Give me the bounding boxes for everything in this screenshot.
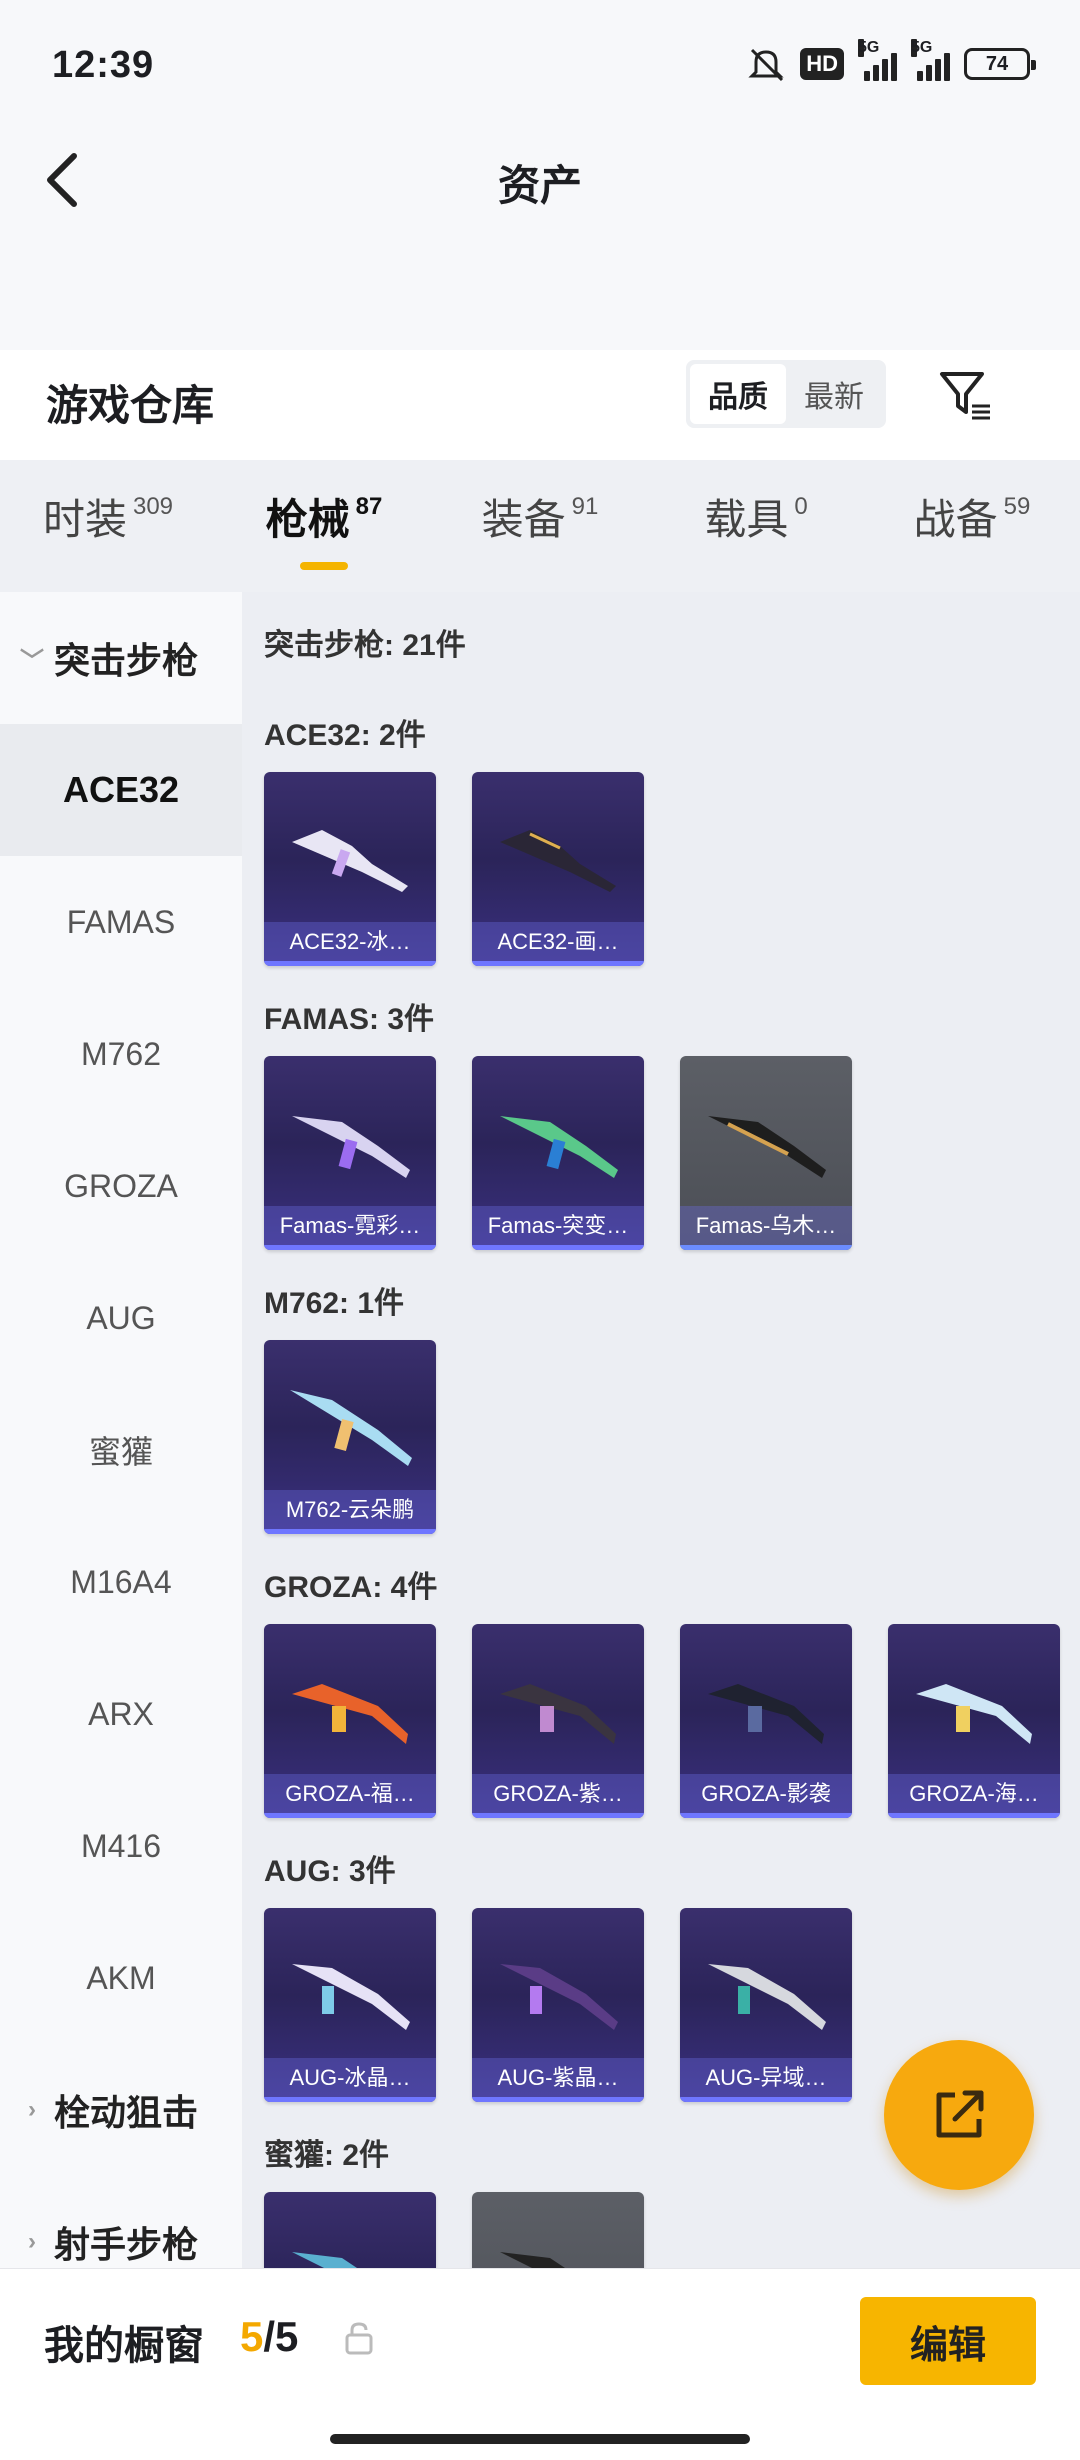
weapon-card[interactable]: GROZA-紫… [472, 1624, 644, 1818]
chevron-right-icon: › [28, 2096, 36, 2123]
rifle-icon [916, 1684, 1032, 1744]
rifle-icon [500, 830, 616, 892]
sidebar-item-m416[interactable]: M416 [0, 1780, 242, 1912]
sort-latest-button[interactable]: 最新 [786, 364, 882, 424]
sidebar-item-famas[interactable]: FAMAS [0, 856, 242, 988]
weapon-card[interactable] [472, 2192, 644, 2268]
rifle-icon [708, 1684, 824, 1744]
signal-icon: 5G [858, 39, 897, 81]
rifle-icon [290, 1390, 412, 1466]
tab-supplies[interactable]: 战备 59 [864, 460, 1080, 592]
filter-icon [940, 372, 990, 420]
share-button[interactable] [884, 2040, 1034, 2190]
tab-gear[interactable]: 装备 91 [432, 460, 648, 592]
sidebar-item-ace32[interactable]: ACE32 [0, 724, 242, 856]
mute-bell-icon [748, 48, 784, 82]
weapon-card[interactable]: Famas-突变… [472, 1056, 644, 1250]
rifle-icon [292, 1684, 408, 1744]
sidebar-group-assault-rifle[interactable]: ﹀ 突击步枪 [0, 592, 242, 724]
edit-button[interactable]: 编辑 [860, 2297, 1036, 2385]
signal-icon: 5G [911, 39, 950, 81]
section-title: FAMAS: 3件 [264, 1003, 435, 1036]
share-icon [936, 2090, 984, 2138]
active-tab-indicator [300, 562, 348, 570]
weapon-card[interactable]: GROZA-福… [264, 1624, 436, 1818]
sidebar-item-akm[interactable]: AKM [0, 1912, 242, 2044]
sidebar-item-honey-badger[interactable]: 蜜獾 [0, 1384, 242, 1516]
section-title: GROZA: 4件 [264, 1571, 438, 1604]
sort-quality-button[interactable]: 品质 [690, 364, 786, 424]
top-nav: 资产 [0, 130, 1080, 350]
tab-weapons[interactable]: 枪械 87 [216, 460, 432, 592]
weapon-card[interactable] [264, 2192, 436, 2268]
tab-vehicles[interactable]: 载具 0 [648, 460, 864, 592]
weapon-list: 突击步枪: 21件 ACE32: 2件 ACE32-冰… ACE32-画… FA… [242, 592, 1080, 2268]
section-title: 蜜獾: 2件 [264, 2139, 390, 2172]
weapon-type-sidebar: ﹀ 突击步枪 ACE32 FAMAS M762 GROZA AUG 蜜獾 M16A… [0, 592, 242, 2268]
weapon-card[interactable]: Famas-乌木… [680, 1056, 852, 1250]
battery-icon: 74 [964, 48, 1036, 80]
weapon-card[interactable]: AUG-冰晶… [264, 1908, 436, 2102]
rifle-icon [500, 2252, 565, 2268]
rifle-icon [500, 1116, 618, 1178]
sidebar-group-bolt-sniper[interactable]: › 栓动狙击 [0, 2044, 242, 2176]
tab-fashion[interactable]: 时装 309 [0, 460, 216, 592]
sort-toggle: 品质 最新 [686, 360, 886, 428]
weapon-card[interactable]: GROZA-影袭 [680, 1624, 852, 1818]
sidebar-group-marksman[interactable]: › 射手步枪 [0, 2176, 242, 2268]
warehouse-title: 游戏仓库 [46, 382, 215, 429]
weapon-card[interactable]: Famas-霓彩… [264, 1056, 436, 1250]
home-indicator[interactable] [330, 2434, 750, 2444]
showcase-label: 我的橱窗 [44, 2324, 204, 2368]
status-bar: 12:39 HD 5G 5G 74 [0, 0, 1080, 130]
warehouse-header: 游戏仓库 品质 最新 [0, 350, 1080, 460]
sidebar-item-m16a4[interactable]: M16A4 [0, 1516, 242, 1648]
category-tabs: 时装 309 枪械 87 装备 91 载具 0 战备 59 [0, 460, 1080, 592]
weapon-card[interactable]: M762-云朵鹏 [264, 1340, 436, 1534]
sidebar-item-arx[interactable]: ARX [0, 1648, 242, 1780]
sidebar-item-m762[interactable]: M762 [0, 988, 242, 1120]
section-title: ACE32: 2件 [264, 719, 426, 752]
rifle-icon [292, 830, 408, 892]
rifle-icon [292, 2252, 357, 2268]
hd-badge: HD [800, 48, 844, 80]
filter-button[interactable] [936, 366, 994, 424]
weapon-card[interactable]: ACE32-冰… [264, 772, 436, 966]
category-summary: 突击步枪: 21件 [264, 629, 466, 662]
lock-icon [345, 2322, 373, 2355]
page-title: 资产 [497, 162, 582, 209]
chevron-down-icon: ﹀ [20, 647, 44, 675]
rifle-icon [708, 1116, 826, 1178]
weapon-card[interactable]: ACE32-画… [472, 772, 644, 966]
section-title: M762: 1件 [264, 1287, 405, 1320]
sidebar-item-groza[interactable]: GROZA [0, 1120, 242, 1252]
rifle-icon [292, 1964, 410, 2030]
rifle-icon [500, 1684, 616, 1744]
weapon-card[interactable]: GROZA-海… [888, 1624, 1060, 1818]
weapon-card[interactable]: AUG-紫晶… [472, 1908, 644, 2102]
chevron-right-icon: › [28, 2228, 36, 2255]
weapon-card[interactable]: AUG-异域… [680, 1908, 852, 2102]
rifle-icon [500, 1964, 618, 2030]
showcase-count: 5/5 [240, 2313, 299, 2360]
status-time: 12:39 [52, 44, 155, 86]
showcase-bar: 我的橱窗 5/5 编辑 [0, 2268, 1080, 2460]
section-title: AUG: 3件 [264, 1855, 396, 1888]
status-icons: HD 5G 5G 74 [746, 39, 1036, 82]
rifle-icon [708, 1964, 826, 2030]
sidebar-item-aug[interactable]: AUG [0, 1252, 242, 1384]
rifle-icon [292, 1116, 410, 1178]
